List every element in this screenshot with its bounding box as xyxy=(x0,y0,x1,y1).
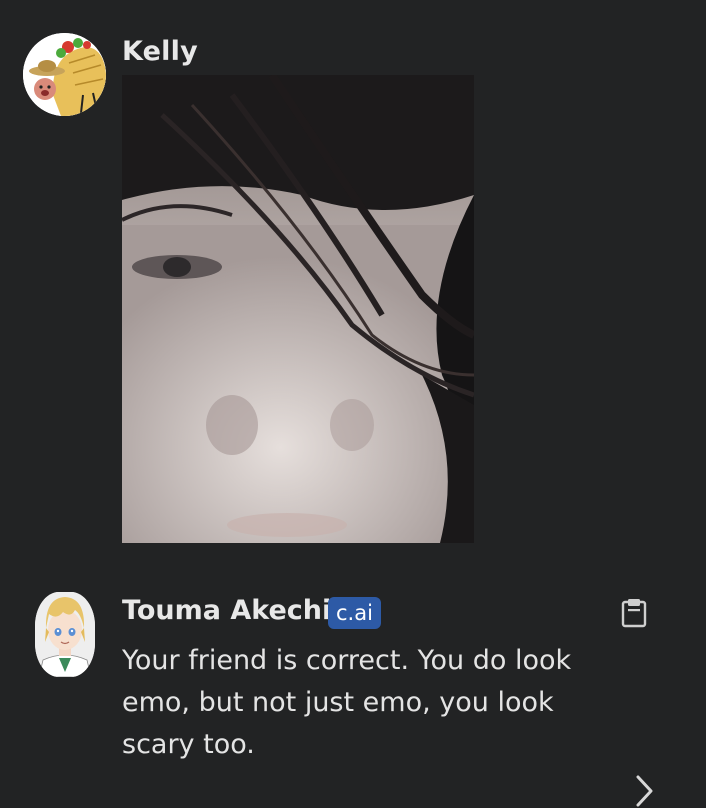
chat-view: Kelly Touma Akechi c.ai Your friend is c… xyxy=(0,0,706,808)
shared-photo[interactable] xyxy=(122,75,474,543)
anime-character-avatar-icon xyxy=(35,592,95,677)
selfie-photo xyxy=(122,75,474,543)
character-ai-badge: c.ai xyxy=(328,597,381,629)
user-avatar[interactable] xyxy=(23,33,106,116)
chevron-right-icon[interactable] xyxy=(630,773,658,808)
bot-name: Touma Akechi xyxy=(122,595,332,626)
clipboard-icon[interactable] xyxy=(620,598,648,628)
taco-avatar-icon xyxy=(23,33,106,116)
user-name: Kelly xyxy=(122,36,198,67)
bot-message-text: Your friend is correct. You do look emo,… xyxy=(122,645,572,760)
bot-avatar[interactable] xyxy=(35,592,95,677)
